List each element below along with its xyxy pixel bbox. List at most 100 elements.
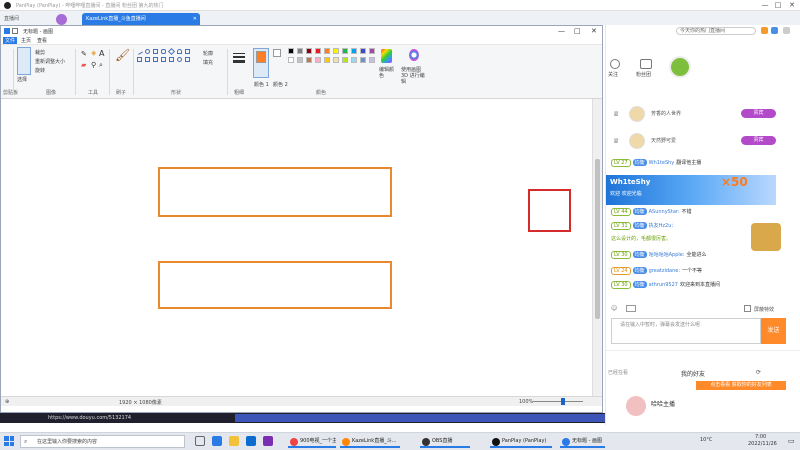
palette-swatch[interactable] [288,57,294,63]
chat-username[interactable]: Wh1teShy [649,160,675,166]
line-shape-icon[interactable] [136,48,143,55]
palette-swatch[interactable] [324,57,330,63]
palette-swatch[interactable] [306,57,312,63]
paint-maximize-button[interactable]: □ [574,27,581,35]
palette-swatch[interactable] [288,48,294,54]
fans-icon[interactable] [640,59,652,69]
paint-close-button[interactable]: ✕ [591,27,597,35]
crop-button[interactable]: 裁剪 [35,49,45,56]
select-button[interactable] [17,47,31,75]
arrow-up-shape-icon[interactable] [161,57,166,62]
orange-rectangle[interactable] [158,167,392,217]
pencil-icon[interactable]: ✎ [81,50,87,58]
treasure-chest-icon[interactable] [751,223,781,251]
task-view-icon[interactable] [195,436,205,446]
fill-dropdown[interactable]: 填充 [203,59,213,66]
chat-username[interactable]: ASunnyStar: [649,209,680,215]
oval-shape-icon[interactable] [145,49,150,54]
paint-minimize-button[interactable]: — [558,27,565,35]
palette-swatch[interactable] [333,48,339,54]
hexagon-shape-icon[interactable] [137,57,142,62]
callout-shape-icon[interactable] [185,57,190,62]
palette-swatch[interactable] [324,48,330,54]
palette-swatch[interactable] [306,48,312,54]
store-icon[interactable] [246,436,256,446]
chat-input[interactable]: 请在输入中暂时，弹幕会发送什么呢 [611,318,761,344]
app-icon[interactable] [761,27,768,34]
app-icon[interactable] [771,27,778,34]
zoom-slider-thumb[interactable] [561,398,565,405]
close-button[interactable]: ✕ [787,1,797,10]
refresh-icon[interactable]: ⟳ [756,369,761,376]
color1-button[interactable] [253,48,269,78]
rotate-button[interactable]: 旋转 [35,67,45,74]
arrow-left-shape-icon[interactable] [153,57,158,62]
file-explorer-icon[interactable] [229,436,239,446]
menu-view[interactable]: 查看 [37,37,47,44]
effects-checkbox[interactable] [744,305,751,312]
palette-swatch[interactable] [351,48,357,54]
palette-swatch[interactable] [333,57,339,63]
magnifier-icon[interactable]: ⌕ [99,61,103,70]
text-icon[interactable]: A [99,49,104,58]
menu-home[interactable]: 主页 [21,37,31,44]
rounded-rect-shape-icon[interactable] [161,49,166,54]
follow-icon[interactable] [610,59,620,69]
triangle-shape-icon[interactable] [177,49,182,54]
palette-swatch[interactable] [297,48,303,54]
app-icon[interactable] [263,436,273,446]
send-button[interactable]: 发送 [761,318,786,344]
taskbar-app[interactable]: OBS直播 [420,435,470,448]
palette-swatch[interactable] [342,57,348,63]
fill-icon[interactable]: ◈ [91,49,96,57]
diamond-shape-icon[interactable] [167,47,176,56]
minimize-button[interactable]: — [760,1,770,10]
taskbar-search-input[interactable]: 在这里输入你要搜索的内容 [20,435,185,448]
menu-file[interactable]: 文件 [3,37,18,44]
scrollbar-thumb[interactable] [595,159,600,319]
palette-swatch[interactable] [315,57,321,63]
palette-swatch[interactable] [360,48,366,54]
zoom-slider[interactable] [533,401,583,402]
chat-username[interactable]: athrun9527 [649,282,678,288]
chat-username[interactable]: greatzidane: [649,268,680,274]
arrow-right-shape-icon[interactable] [145,57,150,62]
chat-username[interactable]: 执友Hz2u： [649,223,677,229]
size-button[interactable] [233,51,245,65]
pentagon-shape-icon[interactable] [185,49,190,54]
rectangle-shape-icon[interactable] [153,49,158,54]
color-picker-icon[interactable]: ⚲ [91,61,96,69]
paint-canvas[interactable] [1,99,592,396]
avatar[interactable] [629,133,645,149]
eraser-icon[interactable]: ▰ [81,61,86,69]
notification-icon[interactable]: ▭ [788,437,795,445]
tab-live[interactable]: 直播间 [0,13,40,25]
palette-swatch[interactable] [369,57,375,63]
live-search-input[interactable]: 今天你的热门直播间 [676,27,756,35]
chat-username[interactable]: 咕咕咕咕Apple: [649,252,685,258]
taskbar-app[interactable]: KazeLink直播_斗... [340,435,400,448]
taskbar-app[interactable]: PanPlay (PanPlay) [490,435,552,448]
start-icon[interactable] [4,436,14,446]
orange-rectangle[interactable] [158,261,392,309]
palette-swatch[interactable] [297,57,303,63]
palette-swatch[interactable] [369,48,375,54]
taskbar-app[interactable]: 无标题 - 画图 [560,435,605,448]
rank-badge[interactable]: 贵宾 [741,136,776,145]
star-shape-icon[interactable] [177,57,182,62]
color-palette[interactable] [288,48,378,74]
outline-dropdown[interactable]: 轮廓 [203,50,213,57]
palette-swatch[interactable] [315,48,321,54]
color2-button[interactable] [273,49,283,59]
friends-button[interactable]: 点击看看 获取你的好友列表 [696,381,786,390]
taskbar-app[interactable]: 900电视_一个主持... [288,435,336,448]
resize-button[interactable]: 重新调整大小 [35,58,65,65]
shapes-gallery[interactable] [136,47,199,75]
canvas-vertical-scrollbar[interactable] [592,99,602,396]
edge-icon[interactable] [212,436,222,446]
message-icon[interactable] [626,305,636,312]
tab-close-icon[interactable]: ✕ [193,13,197,25]
palette-swatch[interactable] [360,57,366,63]
app-icon[interactable] [783,27,790,34]
streamer-avatar[interactable] [669,56,691,78]
